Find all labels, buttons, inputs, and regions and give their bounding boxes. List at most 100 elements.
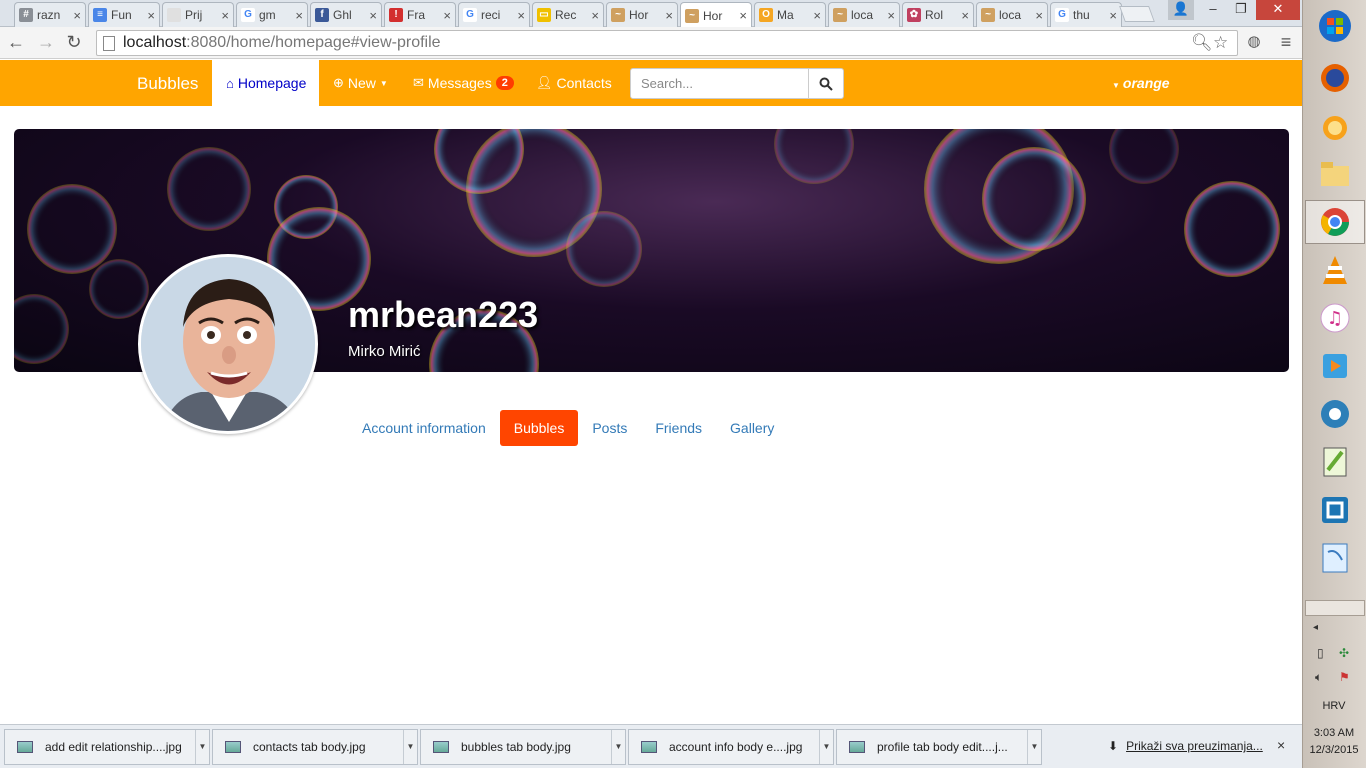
chevron-down-icon[interactable]: ▼ — [403, 730, 417, 764]
tab-title: loca — [999, 8, 1022, 22]
tab-close-icon[interactable]: × — [887, 8, 895, 23]
download-item[interactable]: contacts tab body.jpg ▼ — [212, 729, 418, 765]
browser-tab[interactable]: Ggm × — [236, 2, 308, 27]
chevron-down-icon[interactable]: ▼ — [195, 730, 209, 764]
profile-icon[interactable]: 👤 — [1168, 0, 1194, 20]
chevron-down-icon[interactable]: ▼ — [611, 730, 625, 764]
close-shelf-button[interactable]: × — [1277, 737, 1285, 753]
battery-icon[interactable]: ▯ — [1317, 646, 1324, 660]
extension-icon[interactable]: ◍ — [1242, 31, 1266, 55]
tab-close-icon[interactable]: × — [961, 8, 969, 23]
firefox-icon[interactable] — [1305, 56, 1365, 100]
download-item[interactable]: add edit relationship....jpg ▼ — [4, 729, 210, 765]
network-icon[interactable] — [1305, 392, 1365, 436]
tab-close-icon[interactable]: × — [443, 8, 451, 23]
tab-close-icon[interactable]: × — [665, 8, 673, 23]
clock-time[interactable]: 3:03 AM — [1302, 727, 1366, 739]
download-item[interactable]: bubbles tab body.jpg ▼ — [420, 729, 626, 765]
search-button[interactable] — [809, 68, 844, 99]
caret-down-icon: ▼ — [379, 78, 388, 88]
browser-tab[interactable]: # razn × — [14, 2, 86, 27]
brackets-icon[interactable] — [1305, 488, 1365, 532]
tab-close-icon[interactable]: × — [295, 8, 303, 23]
chrome-icon[interactable] — [1305, 200, 1365, 244]
tab-close-icon[interactable]: × — [369, 8, 377, 23]
close-window-button[interactable]: ✕ — [1256, 0, 1300, 20]
browser-tab[interactable]: ~ Hor × — [680, 2, 752, 28]
profile-full-name: Mirko Mirić — [348, 343, 421, 360]
chevron-down-icon[interactable]: ▼ — [819, 730, 833, 764]
notepad-plus-plus-icon[interactable] — [1305, 440, 1365, 484]
flag-alert-icon[interactable]: ⚑ — [1339, 670, 1350, 684]
tab-posts[interactable]: Posts — [578, 410, 641, 446]
tab-title: Ghl — [333, 8, 352, 22]
nav-new-dropdown[interactable]: ⊕ New ▼ — [319, 60, 402, 106]
tab-close-icon[interactable]: × — [591, 8, 599, 23]
browser-tab[interactable]: Gthu × — [1050, 2, 1122, 27]
browser-tab[interactable]: ! Fra × — [384, 2, 456, 27]
tab-favicon-icon: ~ — [685, 8, 699, 23]
itunes-icon[interactable]: ♫ — [1305, 296, 1365, 340]
tab-favicon-icon: ~ — [981, 8, 995, 22]
show-all-downloads-link[interactable]: ⬇ Prikaži sva preuzimanja... — [1108, 739, 1263, 753]
tray-expand-icon[interactable]: ◂ — [1313, 622, 1318, 633]
chevron-down-icon[interactable]: ▼ — [1027, 730, 1041, 764]
tab-title: Fun — [111, 8, 132, 22]
browser-tab[interactable]: ~ loca × — [976, 2, 1048, 27]
tab-title: Fra — [407, 8, 425, 22]
restore-button[interactable]: ❐ — [1226, 0, 1256, 20]
tab-close-icon[interactable]: × — [517, 8, 525, 23]
download-item[interactable]: profile tab body edit....j... ▼ — [836, 729, 1042, 765]
tab-close-icon[interactable]: × — [73, 8, 81, 23]
browser-tab[interactable]: f Ghl × — [310, 2, 382, 27]
tab-close-icon[interactable]: × — [1109, 8, 1117, 23]
reload-button[interactable]: ↻ — [62, 31, 86, 55]
tab-close-icon[interactable]: × — [1035, 8, 1043, 23]
tab-close-icon[interactable]: × — [813, 8, 821, 23]
vlc-icon[interactable] — [1305, 248, 1365, 292]
mysql-installer-icon[interactable] — [1305, 536, 1365, 580]
search-input[interactable] — [630, 68, 809, 99]
forward-button[interactable]: → — [34, 31, 58, 55]
nav-messages[interactable]: ✉ Messages 2 — [399, 60, 528, 106]
nav-homepage[interactable]: ⌂ Homepage — [212, 60, 319, 106]
volume-icon[interactable]: 🔈︎ — [1315, 670, 1322, 685]
zoom-icon[interactable]: 🔍︎ — [1191, 33, 1213, 53]
taskbar-scrollbar[interactable] — [1305, 600, 1365, 616]
tab-close-icon[interactable]: × — [739, 8, 747, 23]
network-status-icon[interactable]: ✣ — [1339, 646, 1349, 660]
download-item[interactable]: account info body e....jpg ▼ — [628, 729, 834, 765]
browser-tab[interactable]: ~ Hor × — [606, 2, 678, 27]
file-explorer-icon[interactable] — [1305, 152, 1365, 196]
browser-tab[interactable]: ▭ Rec × — [532, 2, 604, 27]
minimize-button[interactable]: – — [1198, 0, 1228, 20]
bookmark-star-icon[interactable]: ☆ — [1213, 33, 1228, 53]
address-bar[interactable]: localhost:8080/home/homepage#view-profil… — [96, 30, 1238, 56]
media-player-icon[interactable] — [1305, 344, 1365, 388]
menu-icon[interactable]: ≡ — [1274, 31, 1298, 55]
weather-icon[interactable] — [1305, 104, 1365, 148]
tab-favicon-icon: f — [315, 8, 329, 22]
tab-close-icon[interactable]: × — [221, 8, 229, 23]
clock-date[interactable]: 12/3/2015 — [1302, 744, 1366, 756]
tab-friends[interactable]: Friends — [641, 410, 716, 446]
browser-tab[interactable]: ≡ Fun × — [88, 2, 160, 27]
nav-contacts[interactable]: 👤︎ Contacts — [522, 60, 626, 106]
plus-circle-icon: ⊕ — [333, 75, 344, 90]
back-button[interactable]: ← — [4, 31, 28, 55]
user-menu[interactable]: ▼ orange — [1112, 75, 1170, 91]
browser-tab[interactable]: O Ma × — [754, 2, 826, 27]
browser-tab[interactable]: ~ loca × — [828, 2, 900, 27]
tab-close-icon[interactable]: × — [147, 8, 155, 23]
start-button[interactable] — [1305, 4, 1365, 48]
new-tab-button[interactable] — [1119, 6, 1155, 22]
language-indicator[interactable]: HRV — [1302, 700, 1366, 712]
browser-tab[interactable]: ✿ Rol × — [902, 2, 974, 27]
browser-tab[interactable]: Prij × — [162, 2, 234, 27]
tab-bubbles[interactable]: Bubbles — [499, 410, 579, 446]
tab-account-information[interactable]: Account information — [348, 410, 500, 446]
brand-logo[interactable]: Bubbles — [137, 74, 198, 94]
tab-favicon-icon: ~ — [611, 8, 625, 22]
tab-gallery[interactable]: Gallery — [716, 410, 788, 446]
browser-tab[interactable]: Greci × — [458, 2, 530, 27]
